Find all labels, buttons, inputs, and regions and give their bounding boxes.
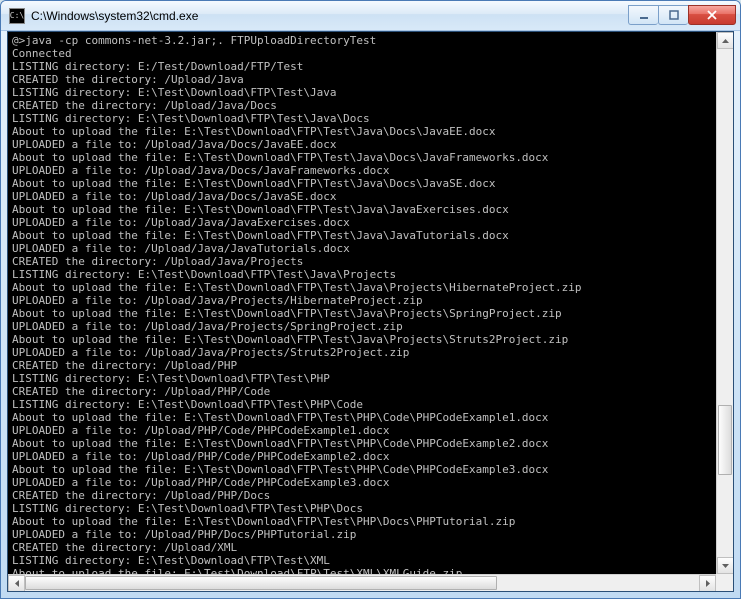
horizontal-scrollbar[interactable] — [8, 574, 716, 591]
horizontal-scroll-thumb[interactable] — [25, 576, 497, 590]
terminal-output[interactable]: @>java -cp commons-net-3.2.jar;. FTPUplo… — [8, 32, 733, 591]
maximize-icon — [669, 10, 679, 20]
client-area: @>java -cp commons-net-3.2.jar;. FTPUplo… — [7, 31, 734, 592]
vertical-scroll-thumb[interactable] — [718, 405, 732, 475]
close-icon — [706, 10, 718, 20]
scroll-down-button[interactable] — [717, 557, 734, 574]
close-button[interactable] — [688, 5, 736, 25]
chevron-left-icon — [15, 580, 19, 587]
app-icon-glyph: C:\ — [10, 11, 24, 20]
window-title: C:\Windows\system32\cmd.exe — [31, 9, 628, 23]
scroll-right-button[interactable] — [699, 575, 716, 592]
vertical-scrollbar[interactable] — [716, 32, 733, 574]
chevron-right-icon — [706, 580, 710, 587]
cmd-window: C:\ C:\Windows\system32\cmd.exe @>java -… — [0, 0, 741, 599]
vertical-scroll-track[interactable] — [717, 49, 733, 557]
horizontal-scroll-track[interactable] — [25, 575, 699, 591]
scroll-left-button[interactable] — [8, 575, 25, 592]
window-control-buttons — [628, 6, 736, 25]
titlebar[interactable]: C:\ C:\Windows\system32\cmd.exe — [1, 1, 740, 31]
chevron-up-icon — [722, 39, 729, 43]
minimize-icon — [639, 10, 649, 20]
scroll-up-button[interactable] — [717, 32, 734, 49]
scroll-corner — [716, 574, 733, 591]
window-bottom-border — [1, 592, 740, 598]
maximize-button[interactable] — [658, 5, 688, 25]
chevron-down-icon — [722, 564, 729, 568]
app-icon: C:\ — [9, 8, 25, 24]
minimize-button[interactable] — [628, 5, 658, 25]
